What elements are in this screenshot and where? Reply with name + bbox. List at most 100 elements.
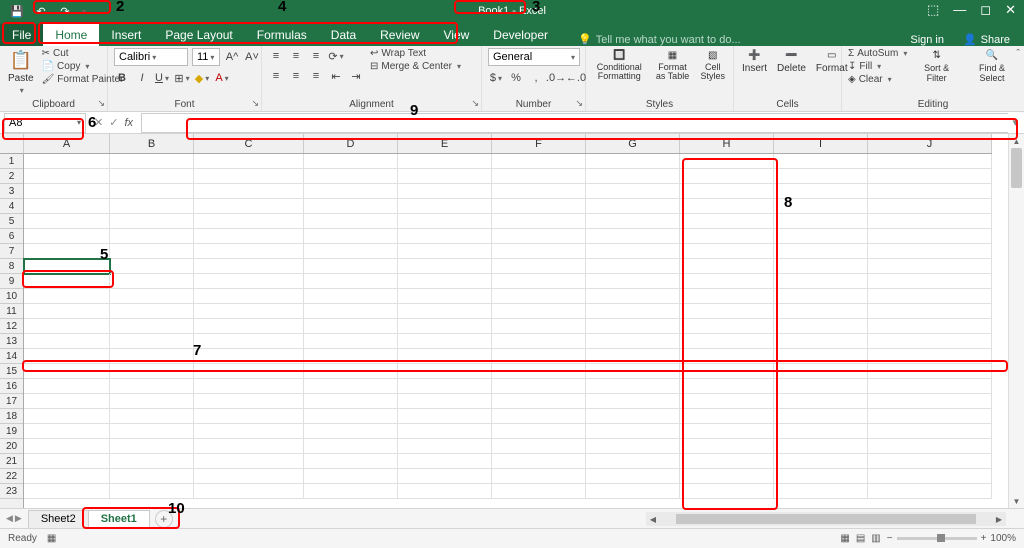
- sheet-tab-sheet2[interactable]: Sheet2: [28, 510, 89, 528]
- cell[interactable]: [110, 214, 194, 229]
- clipboard-launcher-icon[interactable]: ↘: [97, 98, 105, 109]
- cell[interactable]: [110, 364, 194, 379]
- sheet-nav-next-icon[interactable]: ▶: [15, 513, 22, 524]
- cell[interactable]: [110, 349, 194, 364]
- decrease-font-icon[interactable]: A˅: [244, 49, 260, 65]
- cell[interactable]: [868, 394, 992, 409]
- cell[interactable]: [194, 304, 304, 319]
- cell[interactable]: [492, 484, 586, 499]
- increase-indent-icon[interactable]: ⇥: [348, 68, 364, 84]
- cell[interactable]: [586, 259, 680, 274]
- cell[interactable]: [586, 364, 680, 379]
- cell[interactable]: [774, 274, 868, 289]
- cell[interactable]: [24, 424, 110, 439]
- align-center-icon[interactable]: ≡: [288, 68, 304, 84]
- cell[interactable]: [194, 229, 304, 244]
- cell[interactable]: [304, 259, 398, 274]
- qat-customize-icon[interactable]: ▾: [82, 7, 86, 16]
- cell[interactable]: [110, 199, 194, 214]
- tab-page-layout[interactable]: Page Layout: [153, 24, 244, 46]
- decrease-decimal-icon[interactable]: ←.0: [568, 70, 584, 86]
- cell[interactable]: [492, 424, 586, 439]
- horizontal-scrollbar[interactable]: ◀ ▶: [646, 512, 1006, 526]
- cell[interactable]: [304, 244, 398, 259]
- col-header-F[interactable]: F: [492, 134, 586, 153]
- cell[interactable]: [680, 154, 774, 169]
- cells-region[interactable]: [24, 154, 992, 508]
- cell[interactable]: [194, 184, 304, 199]
- cell[interactable]: [110, 394, 194, 409]
- cell[interactable]: [868, 169, 992, 184]
- cell[interactable]: [304, 394, 398, 409]
- page-break-icon[interactable]: ▥: [871, 533, 880, 544]
- find-select-button[interactable]: 🔍Find & Select: [966, 48, 1018, 85]
- cell[interactable]: [868, 274, 992, 289]
- row-header-12[interactable]: 12: [0, 319, 23, 334]
- col-header-D[interactable]: D: [304, 134, 398, 153]
- cell[interactable]: [774, 379, 868, 394]
- row-header-18[interactable]: 18: [0, 409, 23, 424]
- scroll-left-icon[interactable]: ◀: [646, 515, 660, 524]
- cell[interactable]: [586, 169, 680, 184]
- cell[interactable]: [774, 184, 868, 199]
- cell[interactable]: [194, 469, 304, 484]
- currency-icon[interactable]: $▾: [488, 70, 504, 86]
- tab-developer[interactable]: Developer: [481, 24, 560, 46]
- col-header-I[interactable]: I: [774, 134, 868, 153]
- macro-icon[interactable]: ▦: [47, 533, 56, 544]
- cell[interactable]: [774, 199, 868, 214]
- cell[interactable]: [194, 439, 304, 454]
- row-header-10[interactable]: 10: [0, 289, 23, 304]
- cell[interactable]: [304, 229, 398, 244]
- cell[interactable]: [868, 379, 992, 394]
- italic-button[interactable]: I: [134, 70, 150, 86]
- close-icon[interactable]: ✕: [1005, 2, 1016, 18]
- cell[interactable]: [110, 184, 194, 199]
- cell[interactable]: [24, 469, 110, 484]
- row-header-17[interactable]: 17: [0, 394, 23, 409]
- cell[interactable]: [194, 319, 304, 334]
- cell[interactable]: [492, 454, 586, 469]
- align-bottom-icon[interactable]: ≡: [308, 48, 324, 64]
- col-header-A[interactable]: A: [24, 134, 110, 153]
- cell[interactable]: [492, 169, 586, 184]
- cell[interactable]: [586, 154, 680, 169]
- col-header-E[interactable]: E: [398, 134, 492, 153]
- cell[interactable]: [868, 439, 992, 454]
- cell[interactable]: [194, 454, 304, 469]
- cell[interactable]: [774, 304, 868, 319]
- share-button[interactable]: 👤 Share: [963, 33, 1010, 46]
- col-header-B[interactable]: B: [110, 134, 194, 153]
- cell[interactable]: [680, 244, 774, 259]
- row-header-13[interactable]: 13: [0, 334, 23, 349]
- cell[interactable]: [304, 184, 398, 199]
- font-name[interactable]: Calibri▾: [114, 48, 188, 66]
- scroll-down-icon[interactable]: ▼: [1009, 494, 1024, 508]
- font-launcher-icon[interactable]: ↘: [251, 98, 259, 109]
- cell[interactable]: [586, 469, 680, 484]
- cell[interactable]: [398, 184, 492, 199]
- cell[interactable]: [304, 169, 398, 184]
- tab-file[interactable]: File: [0, 24, 43, 46]
- insert-cells-button[interactable]: ➕Insert: [740, 48, 769, 76]
- comma-icon[interactable]: ,: [528, 70, 544, 86]
- expand-formula-icon[interactable]: ▾: [1012, 116, 1024, 129]
- cell[interactable]: [492, 364, 586, 379]
- cell[interactable]: [194, 424, 304, 439]
- cell[interactable]: [304, 379, 398, 394]
- cell[interactable]: [24, 439, 110, 454]
- cell[interactable]: [110, 424, 194, 439]
- cell[interactable]: [304, 469, 398, 484]
- cell[interactable]: [194, 409, 304, 424]
- cell[interactable]: [492, 394, 586, 409]
- cell[interactable]: [24, 394, 110, 409]
- cell[interactable]: [304, 439, 398, 454]
- cell[interactable]: [680, 259, 774, 274]
- cell[interactable]: [492, 409, 586, 424]
- cell[interactable]: [304, 424, 398, 439]
- cell[interactable]: [868, 229, 992, 244]
- cell[interactable]: [194, 484, 304, 499]
- format-as-table-button[interactable]: ▦Format as Table: [653, 48, 693, 83]
- maximize-icon[interactable]: ◻: [980, 2, 991, 18]
- cell[interactable]: [774, 454, 868, 469]
